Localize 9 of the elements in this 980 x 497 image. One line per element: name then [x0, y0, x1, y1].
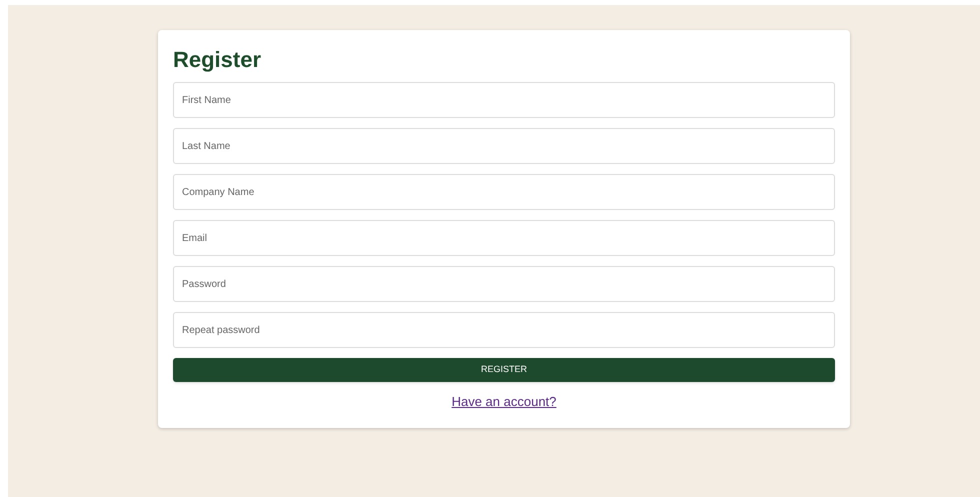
input-field[interactable]: Password: [173, 266, 835, 302]
input-field[interactable]: Repeat password: [173, 312, 835, 348]
input-field[interactable]: Last Name: [173, 128, 835, 164]
input-field[interactable]: Company Name: [173, 174, 835, 210]
login-link[interactable]: Have an account?: [452, 392, 556, 412]
input-field[interactable]: First Name: [173, 82, 835, 118]
form-title: Register: [173, 46, 262, 74]
input-field[interactable]: Email: [173, 220, 835, 256]
register-button[interactable]: REGISTER: [173, 358, 835, 382]
